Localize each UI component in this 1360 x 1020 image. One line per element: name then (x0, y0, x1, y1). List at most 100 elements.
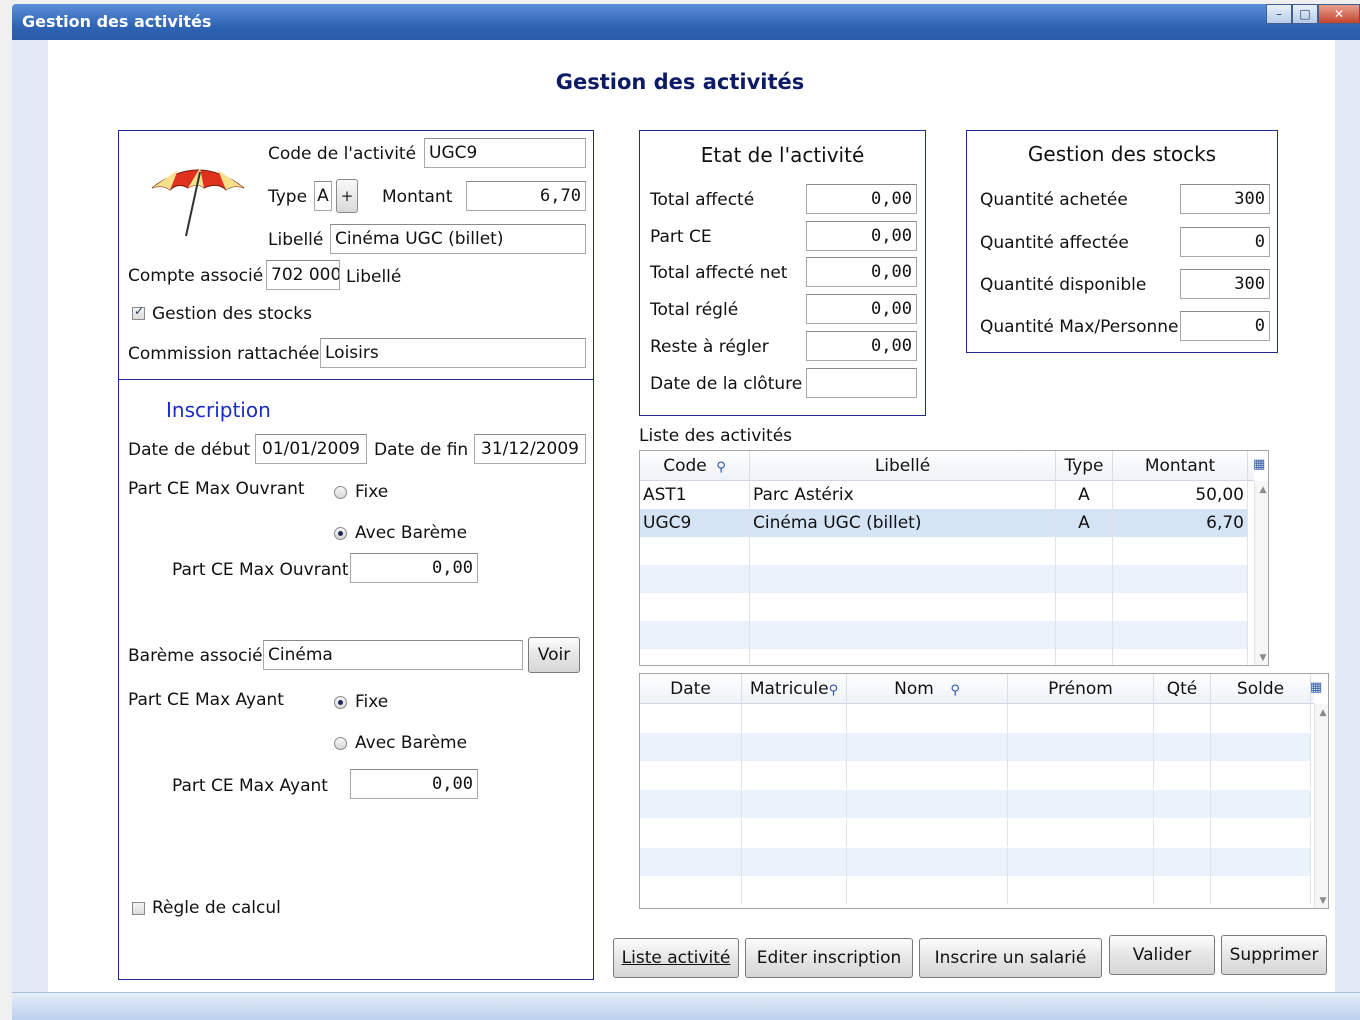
ayant-amount-field[interactable]: 0,00 (350, 769, 478, 799)
valider-button[interactable]: Valider (1109, 935, 1215, 975)
etat-row-field[interactable] (806, 368, 917, 398)
cell-code: AST1 (640, 481, 750, 509)
voir-button[interactable]: Voir (528, 637, 580, 673)
cell (1154, 704, 1211, 732)
col-code[interactable]: Code ⚲ (640, 451, 750, 481)
cell-libelle (750, 621, 1056, 649)
col-qte[interactable]: Qté (1154, 674, 1211, 704)
libelle-field[interactable]: Cinéma UGC (billet) (330, 224, 586, 254)
table-row[interactable] (640, 732, 1311, 761)
col-libelle[interactable]: Libellé (750, 451, 1056, 481)
code-label: Code de l'activité (268, 144, 417, 164)
stock-row-field[interactable]: 300 (1180, 184, 1270, 214)
stock-row-field[interactable]: 300 (1180, 269, 1270, 299)
etat-row-field[interactable]: 0,00 (806, 331, 917, 361)
cell (1211, 847, 1311, 876)
col-matricule[interactable]: Matricule⚲ (742, 674, 847, 704)
compte-field[interactable]: 702 000 (266, 260, 340, 290)
inscrits-options-icon[interactable]: ▦ (1310, 680, 1322, 695)
minimize-icon[interactable]: – (1266, 4, 1292, 24)
etat-row-field[interactable]: 0,00 (806, 257, 917, 287)
liste-activite-button[interactable]: Liste activité (613, 938, 739, 978)
ouvrant-fixe-radio[interactable] (334, 486, 347, 499)
cell-type (1056, 593, 1113, 621)
cell (640, 847, 742, 876)
type-field[interactable]: A (314, 181, 332, 211)
regle-checkbox[interactable] (132, 902, 145, 915)
nom-search-icon[interactable]: ⚲ (934, 683, 960, 698)
etat-row-field[interactable]: 0,00 (806, 184, 917, 214)
ouvrant-amount-field[interactable]: 0,00 (350, 553, 478, 583)
table-row[interactable] (640, 649, 1248, 665)
ayant-fixe-radio[interactable] (334, 696, 347, 709)
stock-row-field[interactable]: 0 (1180, 227, 1270, 257)
cell-libelle (750, 537, 1056, 565)
inscrits-scrollbar[interactable]: ▲ ▼ (1314, 704, 1328, 908)
title-bar[interactable]: Gestion des activités – □ ✕ (12, 4, 1360, 40)
cell (742, 761, 847, 790)
table-row[interactable] (640, 537, 1248, 565)
table-options-icon[interactable]: ▦ (1253, 457, 1265, 472)
cell-montant: 50,00 (1113, 481, 1248, 509)
etat-row-label: Total affecté net (650, 263, 788, 283)
cell (640, 818, 742, 847)
table-row[interactable]: UGC9 Cinéma UGC (billet) A 6,70 (640, 509, 1248, 537)
col-solde[interactable]: Solde (1211, 674, 1311, 704)
cell (640, 732, 742, 761)
commission-field[interactable]: Loisirs (320, 338, 586, 368)
bareme-assoc-field[interactable]: Cinéma (263, 640, 523, 670)
table-row[interactable] (640, 704, 1311, 732)
matricule-search-icon[interactable]: ⚲ (829, 683, 839, 698)
table-row[interactable] (640, 818, 1311, 847)
libelle-label: Libellé (268, 230, 324, 250)
stock-row-label: Quantité Max/Personne (980, 317, 1179, 337)
table-row[interactable] (640, 621, 1248, 649)
code-field[interactable]: UGC9 (424, 138, 586, 168)
editer-inscription-button[interactable]: Editer inscription (745, 938, 913, 978)
close-icon[interactable]: ✕ (1318, 4, 1360, 24)
table-row[interactable] (640, 790, 1311, 819)
col-prenom[interactable]: Prénom (1008, 674, 1154, 704)
col-date[interactable]: Date (640, 674, 742, 704)
maximize-icon[interactable]: □ (1292, 4, 1318, 24)
cell-type (1056, 537, 1113, 565)
table-row[interactable] (640, 847, 1311, 876)
table-row[interactable] (640, 761, 1311, 790)
cell (742, 818, 847, 847)
table-row[interactable] (640, 593, 1248, 621)
col-type[interactable]: Type (1056, 451, 1113, 481)
etat-row-field[interactable]: 0,00 (806, 221, 917, 251)
inscrits-table[interactable]: Date Matricule⚲ Nom ⚲ Prénom Qté Solde ▲… (639, 673, 1329, 909)
activities-scrollbar[interactable]: ▲ ▼ (1254, 481, 1268, 665)
table-row[interactable]: AST1 Parc Astérix A 50,00 (640, 481, 1248, 509)
ayant-amount-label: Part CE Max Ayant (172, 776, 328, 796)
ayant-bareme-radio[interactable] (334, 737, 347, 750)
etat-row-field[interactable]: 0,00 (806, 294, 917, 324)
ouvrant-bareme-radio[interactable] (334, 527, 347, 540)
table-row[interactable] (640, 876, 1311, 905)
supprimer-button[interactable]: Supprimer (1221, 935, 1327, 975)
code-search-icon[interactable]: ⚲ (712, 460, 726, 475)
stock-row-field[interactable]: 0 (1180, 311, 1270, 341)
table-row[interactable] (640, 565, 1248, 593)
inscrits-table-header: Date Matricule⚲ Nom ⚲ Prénom Qté Solde (640, 674, 1314, 704)
date-fin-label: Date de fin (374, 440, 469, 460)
col-montant[interactable]: Montant (1113, 451, 1248, 481)
montant-field[interactable]: 6,70 (466, 181, 586, 211)
compte-label: Compte associé (128, 266, 264, 286)
etat-row-label: Date de la clôture (650, 374, 803, 394)
activities-table[interactable]: Code ⚲ Libellé Type Montant AST1 Parc Ast… (639, 450, 1269, 666)
date-debut-field[interactable]: 01/01/2009 (255, 434, 367, 464)
inscrire-salarie-button[interactable]: Inscrire un salarié (919, 938, 1102, 978)
cell (1211, 876, 1311, 905)
cell (1211, 732, 1311, 761)
cell (1154, 876, 1211, 905)
cell (640, 761, 742, 790)
type-plus-button[interactable]: + (336, 179, 358, 213)
stock-checkbox[interactable] (132, 304, 145, 320)
liste-title: Liste des activités (639, 426, 793, 446)
stocks-title: Gestion des stocks (1027, 142, 1217, 166)
cell-type (1056, 649, 1113, 665)
date-fin-field[interactable]: 31/12/2009 (474, 434, 586, 464)
col-nom[interactable]: Nom ⚲ (847, 674, 1008, 704)
